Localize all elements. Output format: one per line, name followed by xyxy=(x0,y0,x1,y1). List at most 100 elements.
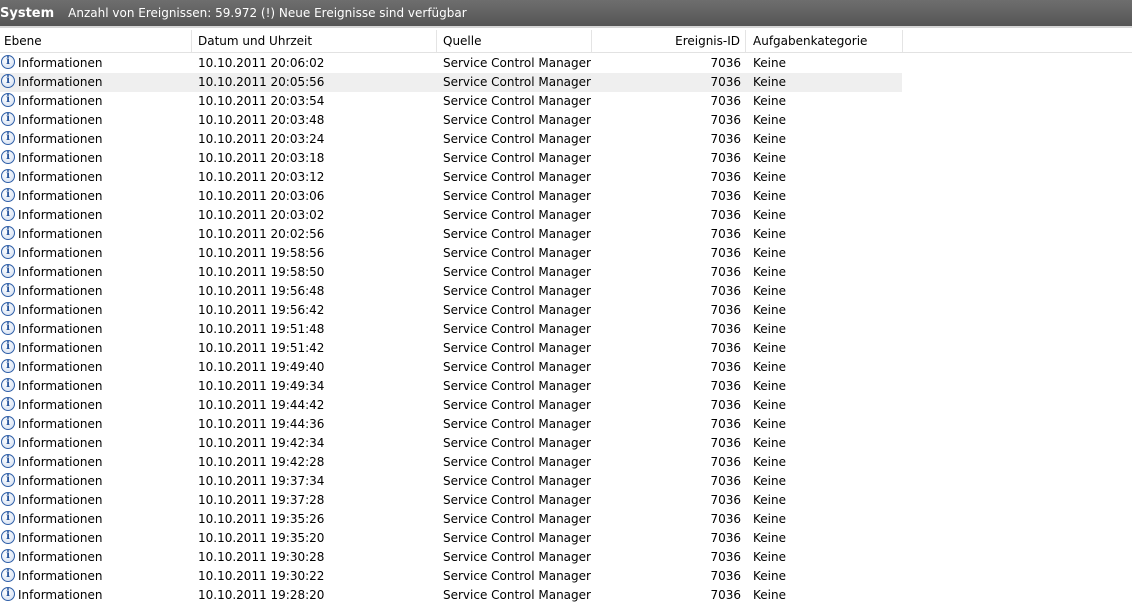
event-row[interactable]: Informationen 10.10.2011 20:03:48 Service … xyxy=(0,111,1132,130)
event-id: 7036 xyxy=(710,151,741,165)
information-icon xyxy=(1,549,15,563)
event-level: Informationen xyxy=(18,360,103,374)
column-header-category[interactable]: Aufgabenkategorie xyxy=(746,30,903,52)
event-datetime: 10.10.2011 19:49:34 xyxy=(198,379,325,393)
event-source: Service Control Manager xyxy=(443,246,591,260)
event-source: Service Control Manager xyxy=(443,436,591,450)
event-row[interactable]: Informationen 10.10.2011 19:28:20 Service … xyxy=(0,586,1132,605)
event-datetime: 10.10.2011 19:30:22 xyxy=(198,569,325,583)
event-row[interactable]: Informationen 10.10.2011 20:03:54 Service … xyxy=(0,92,1132,111)
column-header-level[interactable]: Ebene xyxy=(0,30,192,52)
event-source: Service Control Manager xyxy=(443,75,591,89)
event-category: Keine xyxy=(753,360,786,374)
information-icon xyxy=(1,511,15,525)
event-category: Keine xyxy=(753,132,786,146)
event-row[interactable]: Informationen 10.10.2011 19:56:42 Service … xyxy=(0,301,1132,320)
event-source: Service Control Manager xyxy=(443,474,591,488)
event-category: Keine xyxy=(753,417,786,431)
event-id: 7036 xyxy=(710,531,741,545)
event-level: Informationen xyxy=(18,189,103,203)
event-category: Keine xyxy=(753,75,786,89)
event-level: Informationen xyxy=(18,493,103,507)
event-row[interactable]: Informationen 10.10.2011 19:51:42 Service … xyxy=(0,339,1132,358)
event-id: 7036 xyxy=(710,170,741,184)
event-row[interactable]: Informationen 10.10.2011 19:49:40 Service … xyxy=(0,358,1132,377)
event-datetime: 10.10.2011 20:02:56 xyxy=(198,227,325,241)
event-row[interactable]: Informationen 10.10.2011 20:03:12 Service … xyxy=(0,168,1132,187)
event-category: Keine xyxy=(753,189,786,203)
event-row[interactable]: Informationen 10.10.2011 19:30:28 Service … xyxy=(0,548,1132,567)
event-id: 7036 xyxy=(710,379,741,393)
event-datetime: 10.10.2011 19:51:42 xyxy=(198,341,325,355)
event-source: Service Control Manager xyxy=(443,113,591,127)
event-row[interactable]: Informationen 10.10.2011 20:03:24 Service … xyxy=(0,130,1132,149)
event-row[interactable]: Informationen 10.10.2011 19:37:34 Service … xyxy=(0,472,1132,491)
event-id: 7036 xyxy=(710,417,741,431)
event-source: Service Control Manager xyxy=(443,550,591,564)
information-icon xyxy=(1,150,15,164)
event-row[interactable]: Informationen 10.10.2011 19:44:36 Service … xyxy=(0,415,1132,434)
event-row[interactable]: Informationen 10.10.2011 19:56:48 Service … xyxy=(0,282,1132,301)
event-datetime: 10.10.2011 19:44:36 xyxy=(198,417,325,431)
event-id: 7036 xyxy=(710,56,741,70)
event-id: 7036 xyxy=(710,436,741,450)
event-row[interactable]: Informationen 10.10.2011 19:49:34 Service … xyxy=(0,377,1132,396)
information-icon xyxy=(1,359,15,373)
event-row[interactable]: Informationen 10.10.2011 20:03:02 Service … xyxy=(0,206,1132,225)
event-level: Informationen xyxy=(18,208,103,222)
event-id: 7036 xyxy=(710,322,741,336)
event-level: Informationen xyxy=(18,588,103,602)
event-source: Service Control Manager xyxy=(443,265,591,279)
event-category: Keine xyxy=(753,341,786,355)
information-icon xyxy=(1,55,15,69)
event-source: Service Control Manager xyxy=(443,284,591,298)
event-source: Service Control Manager xyxy=(443,170,591,184)
event-id: 7036 xyxy=(710,246,741,260)
event-row[interactable]: Informationen 10.10.2011 19:51:48 Service … xyxy=(0,320,1132,339)
column-header-datetime[interactable]: Datum und Uhrzeit xyxy=(192,30,437,52)
event-datetime: 10.10.2011 19:42:34 xyxy=(198,436,325,450)
event-source: Service Control Manager xyxy=(443,56,591,70)
event-id: 7036 xyxy=(710,265,741,279)
event-row[interactable]: Informationen 10.10.2011 20:03:06 Service … xyxy=(0,187,1132,206)
event-row[interactable]: Informationen 10.10.2011 19:42:28 Service … xyxy=(0,453,1132,472)
event-row[interactable]: Informationen 10.10.2011 20:02:56 Service … xyxy=(0,225,1132,244)
event-category: Keine xyxy=(753,246,786,260)
column-header-source[interactable]: Quelle xyxy=(437,30,592,52)
event-row[interactable]: Informationen 10.10.2011 20:05:56 Service … xyxy=(0,73,1132,92)
event-source: Service Control Manager xyxy=(443,208,591,222)
event-level: Informationen xyxy=(18,75,103,89)
event-row[interactable]: Informationen 10.10.2011 19:42:34 Service … xyxy=(0,434,1132,453)
event-category: Keine xyxy=(753,550,786,564)
event-datetime: 10.10.2011 20:05:56 xyxy=(198,75,325,89)
event-row[interactable]: Informationen 10.10.2011 19:30:22 Service … xyxy=(0,567,1132,586)
event-row[interactable]: Informationen 10.10.2011 19:44:42 Service … xyxy=(0,396,1132,415)
event-row[interactable]: Informationen 10.10.2011 19:35:26 Service … xyxy=(0,510,1132,529)
event-row[interactable]: Informationen 10.10.2011 19:37:28 Service … xyxy=(0,491,1132,510)
event-level: Informationen xyxy=(18,322,103,336)
event-row[interactable]: Informationen 10.10.2011 20:06:02 Service … xyxy=(0,54,1132,73)
event-datetime: 10.10.2011 19:58:56 xyxy=(198,246,325,260)
event-category: Keine xyxy=(753,493,786,507)
event-level: Informationen xyxy=(18,398,103,412)
information-icon xyxy=(1,435,15,449)
event-row[interactable]: Informationen 10.10.2011 19:58:50 Service … xyxy=(0,263,1132,282)
event-row[interactable]: Informationen 10.10.2011 19:35:20 Service … xyxy=(0,529,1132,548)
event-category: Keine xyxy=(753,531,786,545)
event-row[interactable]: Informationen 10.10.2011 19:58:56 Service … xyxy=(0,244,1132,263)
event-row[interactable]: Informationen 10.10.2011 20:03:18 Service … xyxy=(0,149,1132,168)
event-level: Informationen xyxy=(18,531,103,545)
information-icon xyxy=(1,473,15,487)
event-source: Service Control Manager xyxy=(443,512,591,526)
event-id: 7036 xyxy=(710,113,741,127)
column-header-event-id[interactable]: Ereignis-ID xyxy=(592,30,746,52)
event-level: Informationen xyxy=(18,265,103,279)
event-id: 7036 xyxy=(710,512,741,526)
event-level: Informationen xyxy=(18,56,103,70)
event-category: Keine xyxy=(753,56,786,70)
event-source: Service Control Manager xyxy=(443,379,591,393)
event-category: Keine xyxy=(753,569,786,583)
information-icon xyxy=(1,169,15,183)
information-icon xyxy=(1,245,15,259)
event-id: 7036 xyxy=(710,493,741,507)
